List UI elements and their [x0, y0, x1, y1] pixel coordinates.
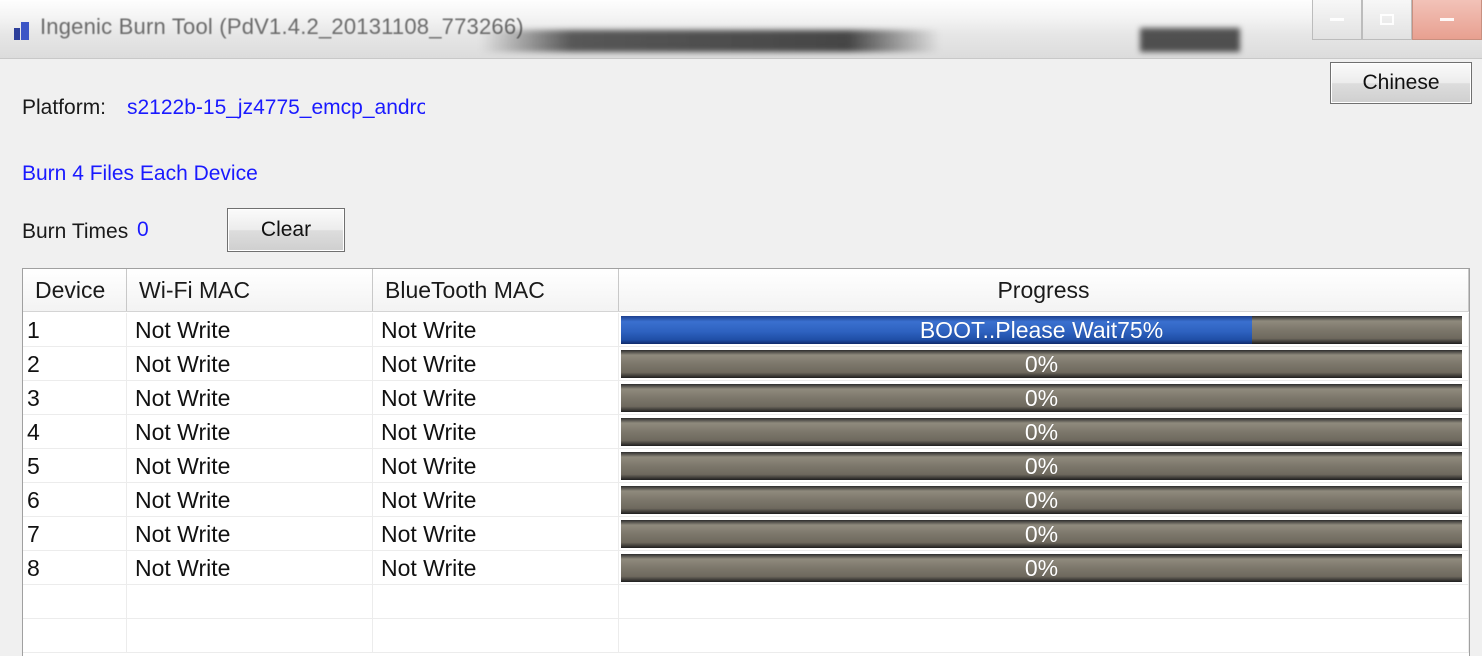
empty-cell — [619, 585, 1469, 619]
burn-files-count: Burn 4 Files Each Device — [22, 162, 258, 185]
table-header: Device Wi-Fi MAC BlueTooth MAC Progress — [23, 269, 1469, 312]
cell-progress: 0% — [619, 551, 1469, 585]
platform-value: s2122b-15_jz4775_emcp_android — [127, 96, 425, 119]
empty-cell — [127, 585, 373, 619]
maximize-icon — [1380, 14, 1394, 25]
progress-text: 0% — [1024, 520, 1059, 547]
burn-times-value: 0 — [137, 218, 149, 241]
window-title: Ingenic Burn Tool (PdV1.4.2_20131108_773… — [40, 14, 524, 39]
progress-bar: 0% — [621, 452, 1462, 480]
minimize-button[interactable] — [1312, 0, 1362, 40]
cell-device: 8 — [23, 551, 127, 585]
progress-text: 0% — [1024, 384, 1059, 411]
cell-wifi-mac: Not Write — [127, 313, 373, 347]
empty-row — [23, 619, 1469, 653]
table-body: 1 Not Write Not Write BOOT..Please Wait75% 2… — [23, 313, 1469, 653]
window-controls — [1312, 0, 1482, 42]
progress-text: 0% — [1024, 554, 1059, 581]
cell-progress: BOOT..Please Wait75% — [619, 313, 1469, 347]
cell-bluetooth-mac: Not Write — [373, 347, 619, 381]
maximize-button[interactable] — [1362, 0, 1412, 40]
table-row[interactable]: 5 Not Write Not Write 0% — [23, 449, 1469, 483]
cell-bluetooth-mac: Not Write — [373, 449, 619, 483]
progress-bar: 0% — [621, 350, 1462, 378]
empty-cell — [23, 619, 127, 653]
cell-device: 7 — [23, 517, 127, 551]
cell-bluetooth-mac: Not Write — [373, 381, 619, 415]
cell-wifi-mac: Not Write — [127, 551, 373, 585]
empty-cell — [619, 619, 1469, 653]
cell-progress: 0% — [619, 517, 1469, 551]
column-header-wifi-mac[interactable]: Wi-Fi MAC — [127, 269, 373, 311]
progress-text: 0% — [1024, 452, 1059, 479]
cell-device: 6 — [23, 483, 127, 517]
table-row[interactable]: 3 Not Write Not Write 0% — [23, 381, 1469, 415]
clear-button[interactable]: Clear — [227, 208, 345, 252]
cell-device: 1 — [23, 313, 127, 347]
cell-bluetooth-mac: Not Write — [373, 483, 619, 517]
table-row[interactable]: 8 Not Write Not Write 0% — [23, 551, 1469, 585]
cell-device: 5 — [23, 449, 127, 483]
cell-device: 4 — [23, 415, 127, 449]
progress-bar: 0% — [621, 520, 1462, 548]
app-icon — [14, 22, 30, 40]
cell-progress: 0% — [619, 347, 1469, 381]
blurred-region — [480, 30, 940, 52]
minimize-icon — [1330, 18, 1344, 21]
table-row[interactable]: 4 Not Write Not Write 0% — [23, 415, 1469, 449]
table-row[interactable]: 1 Not Write Not Write BOOT..Please Wait75% — [23, 313, 1469, 347]
progress-bar: 0% — [621, 384, 1462, 412]
close-button[interactable] — [1412, 0, 1482, 40]
column-header-bluetooth-mac[interactable]: BlueTooth MAC — [373, 269, 619, 311]
cell-device: 2 — [23, 347, 127, 381]
column-header-progress[interactable]: Progress — [619, 269, 1469, 311]
cell-wifi-mac: Not Write — [127, 381, 373, 415]
progress-text: BOOT..Please Wait75% — [919, 316, 1164, 343]
empty-row — [23, 585, 1469, 619]
table-row[interactable]: 7 Not Write Not Write 0% — [23, 517, 1469, 551]
empty-cell — [23, 585, 127, 619]
progress-bar: 0% — [621, 554, 1462, 582]
column-header-device[interactable]: Device — [23, 269, 127, 311]
language-chinese-button[interactable]: Chinese — [1330, 62, 1472, 104]
cell-bluetooth-mac: Not Write — [373, 415, 619, 449]
cell-wifi-mac: Not Write — [127, 347, 373, 381]
progress-text: 0% — [1024, 486, 1059, 513]
close-icon — [1440, 18, 1454, 21]
cell-progress: 0% — [619, 449, 1469, 483]
cell-progress: 0% — [619, 381, 1469, 415]
progress-text: 0% — [1024, 418, 1059, 445]
progress-bar: BOOT..Please Wait75% — [621, 316, 1462, 344]
empty-cell — [373, 619, 619, 653]
app-window: Ingenic Burn Tool (PdV1.4.2_20131108_773… — [0, 0, 1482, 656]
title-bar[interactable]: Ingenic Burn Tool (PdV1.4.2_20131108_773… — [0, 0, 1482, 59]
burn-times-label: Burn Times — [22, 220, 129, 243]
platform-label: Platform: — [22, 96, 107, 119]
cell-wifi-mac: Not Write — [127, 415, 373, 449]
progress-bar: 0% — [621, 418, 1462, 446]
device-table[interactable]: Device Wi-Fi MAC BlueTooth MAC Progress … — [22, 268, 1470, 656]
table-row[interactable]: 6 Not Write Not Write 0% — [23, 483, 1469, 517]
cell-wifi-mac: Not Write — [127, 517, 373, 551]
cell-wifi-mac: Not Write — [127, 483, 373, 517]
progress-bar: 0% — [621, 486, 1462, 514]
empty-cell — [373, 585, 619, 619]
cell-device: 3 — [23, 381, 127, 415]
cell-progress: 0% — [619, 483, 1469, 517]
table-row[interactable]: 2 Not Write Not Write 0% — [23, 347, 1469, 381]
empty-cell — [127, 619, 373, 653]
progress-text: 0% — [1024, 350, 1059, 377]
blurred-region — [1140, 28, 1240, 52]
cell-wifi-mac: Not Write — [127, 449, 373, 483]
cell-bluetooth-mac: Not Write — [373, 551, 619, 585]
cell-bluetooth-mac: Not Write — [373, 313, 619, 347]
cell-bluetooth-mac: Not Write — [373, 517, 619, 551]
cell-progress: 0% — [619, 415, 1469, 449]
